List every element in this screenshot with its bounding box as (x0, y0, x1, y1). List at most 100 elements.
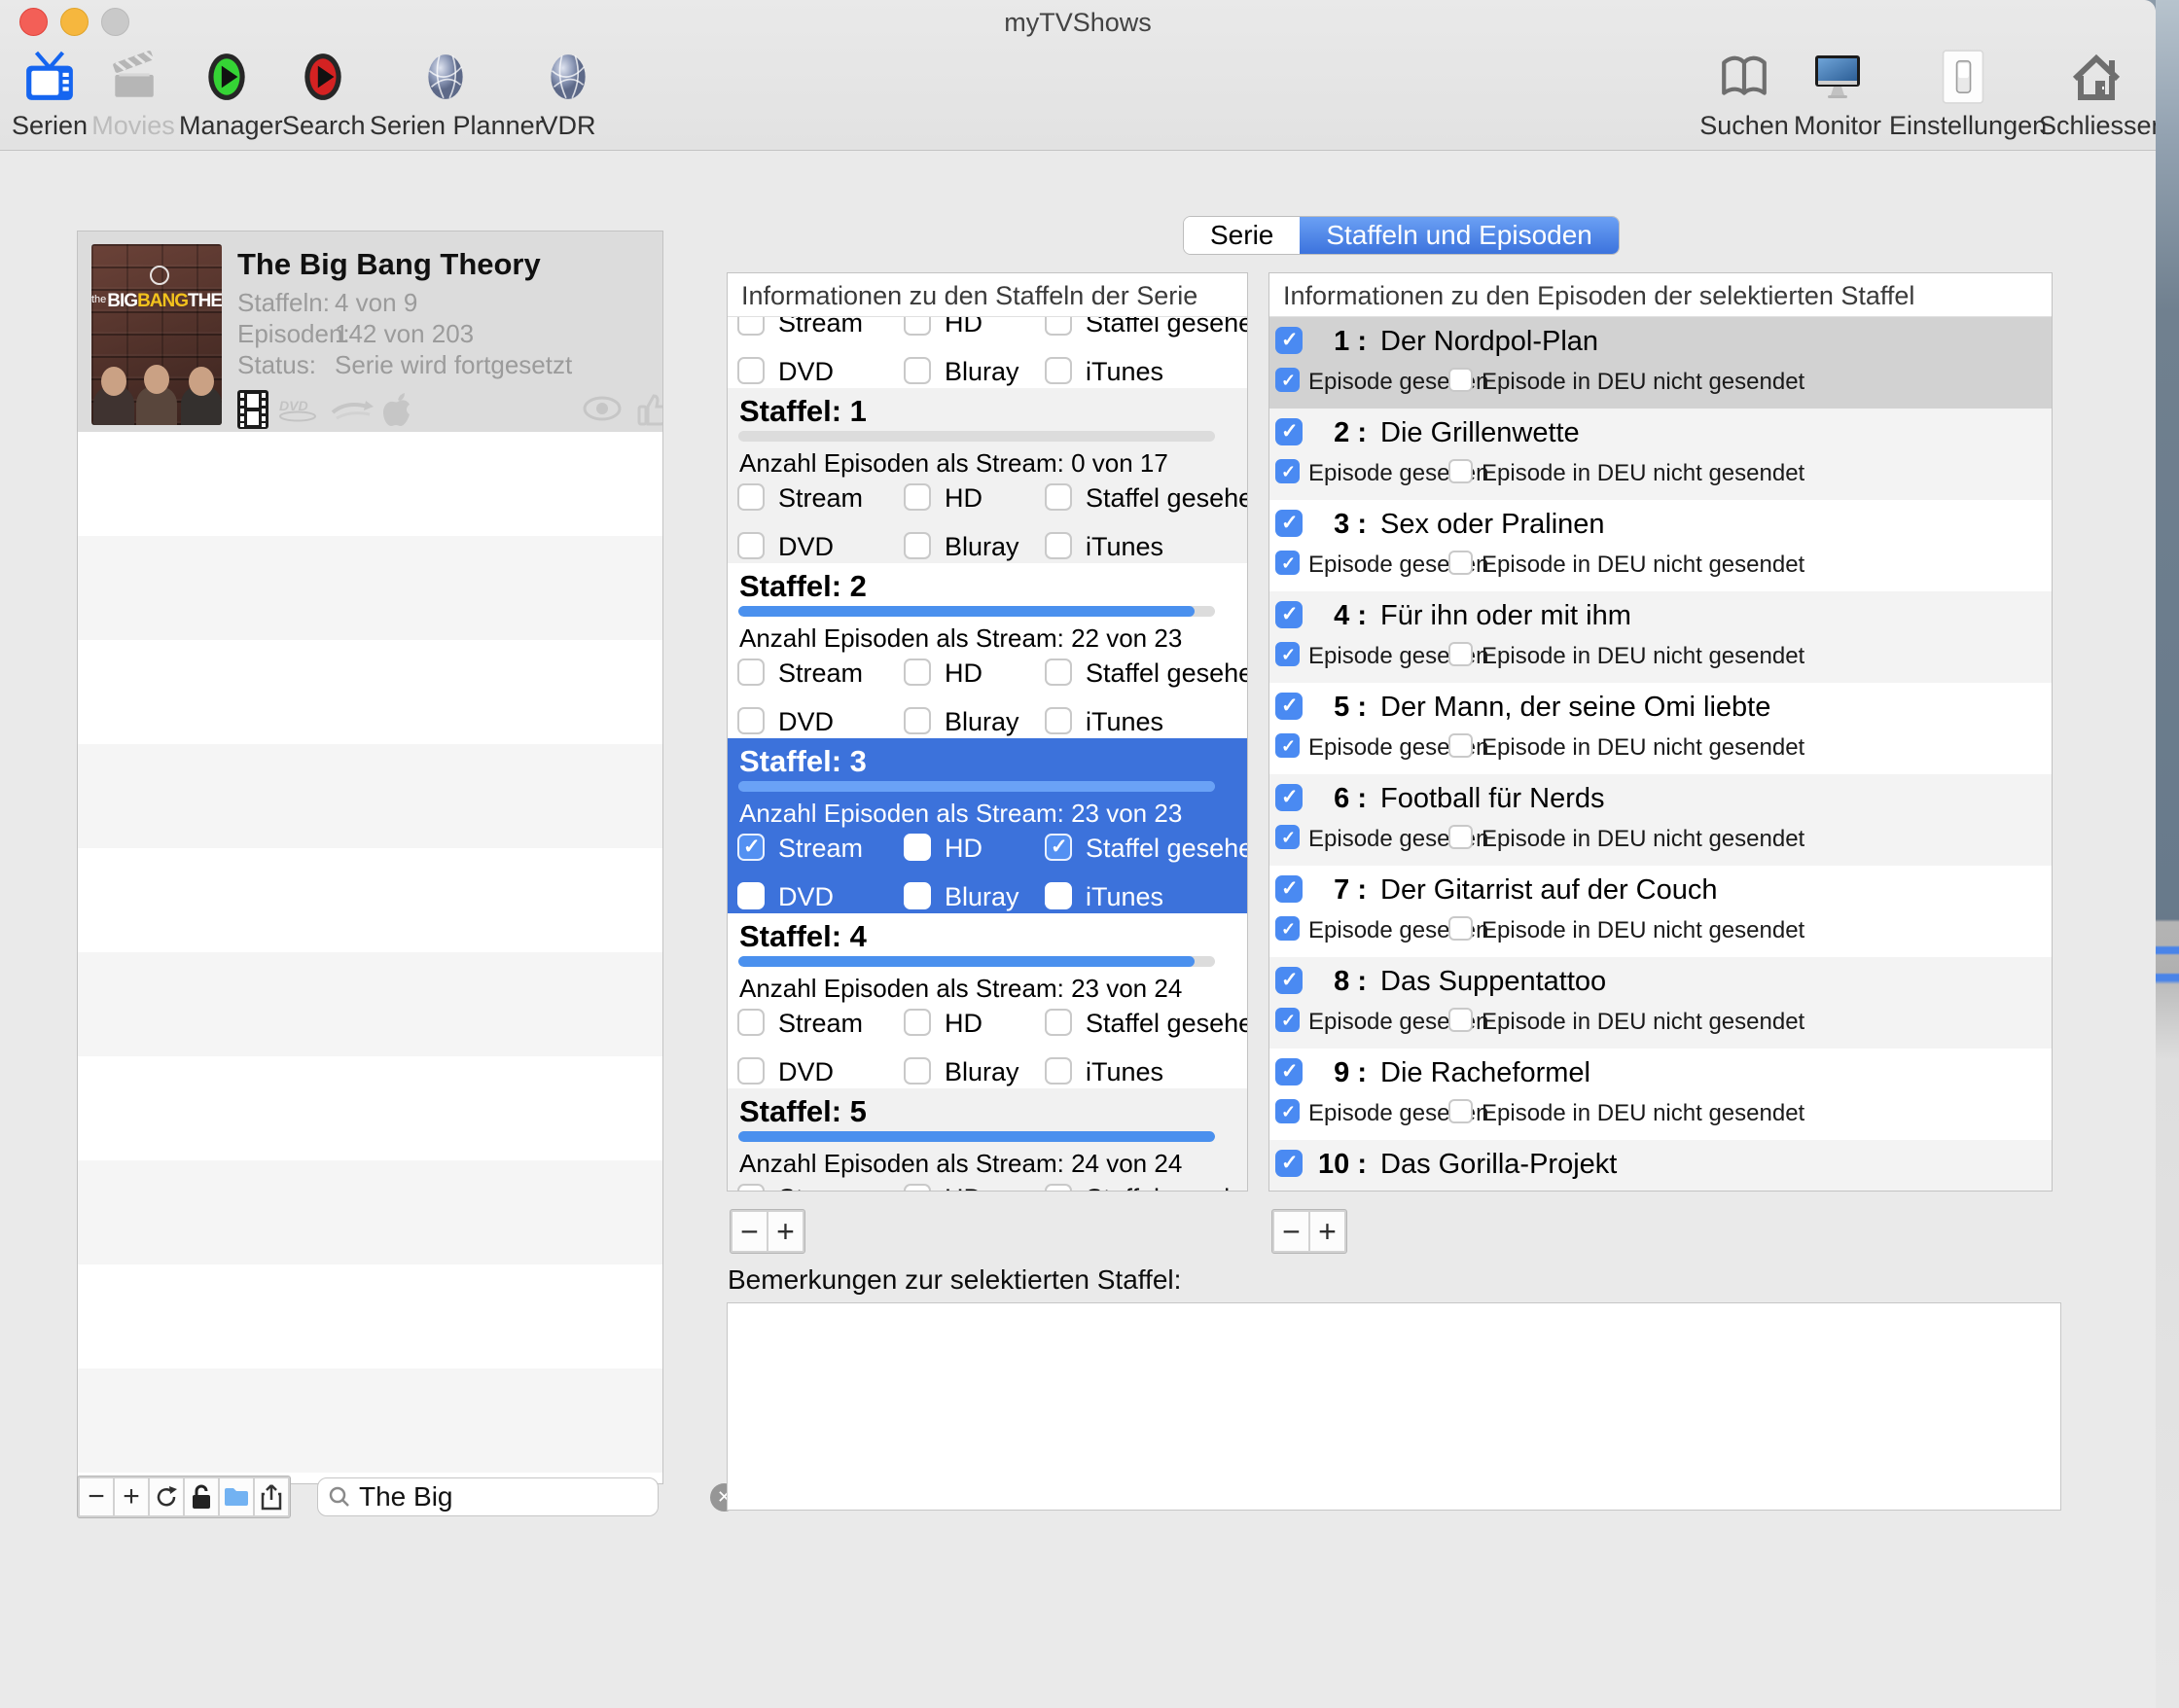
episode-deu-checkbox[interactable] (1448, 1099, 1473, 1123)
dvd-checkbox[interactable] (737, 1057, 765, 1085)
episode-row[interactable]: 9 : Die Racheformel Episode gesehen Epis… (1269, 1049, 2052, 1140)
episode-gesehen-checkbox[interactable] (1275, 1191, 1300, 1192)
toolbar-schliessen[interactable]: Schliessen (2039, 49, 2154, 141)
episode-deu-checkbox[interactable] (1448, 1191, 1473, 1192)
dvd-checkbox[interactable] (737, 882, 765, 909)
tab-staffeln-und-episoden[interactable]: Staffeln und Episoden (1300, 217, 1618, 254)
toolbar-vdr[interactable]: VDR (529, 49, 607, 141)
bluray-checkbox[interactable] (904, 1057, 931, 1085)
season-row[interactable]: Staffel: 2 Anzahl Episoden als Stream: 2… (728, 563, 1247, 738)
season-row[interactable]: Staffel: 1 Anzahl Episoden als Stream: 0… (728, 388, 1247, 563)
bluray-checkbox[interactable] (904, 882, 931, 909)
season-row[interactable]: Staffel: 3 Anzahl Episoden als Stream: 2… (728, 738, 1247, 913)
episode-gesehen-checkbox[interactable] (1275, 551, 1300, 575)
remove-episode-button[interactable]: − (1274, 1212, 1308, 1251)
hd-checkbox[interactable] (904, 658, 931, 686)
show-poster: theBIGBANGTHEORY (91, 244, 222, 425)
episode-row[interactable]: 2 : Die Grillenwette Episode gesehen Epi… (1269, 409, 2052, 500)
stream-checkbox[interactable] (737, 658, 765, 686)
season-row[interactable]: Staffel: 5 Anzahl Episoden als Stream: 2… (728, 1088, 1247, 1192)
staffel-gesehen-checkbox[interactable] (1045, 1184, 1072, 1192)
bluray-checkbox[interactable] (904, 707, 931, 734)
remove-show-button[interactable]: − (80, 1478, 113, 1515)
episode-gesehen-checkbox[interactable] (1275, 1008, 1300, 1032)
episode-gesehen-checkbox[interactable] (1275, 1099, 1300, 1123)
hd-checkbox[interactable] (904, 1184, 931, 1192)
episode-gesehen-checkbox[interactable] (1275, 642, 1300, 666)
show-row[interactable]: theBIGBANGTHEORY The Big Bang Theory Sta… (78, 231, 662, 432)
toolbar-movies[interactable]: Movies (91, 49, 175, 141)
episode-deu-checkbox[interactable] (1448, 368, 1473, 392)
notes-textarea[interactable] (727, 1302, 2061, 1511)
reload-icon (154, 1484, 179, 1510)
bluray-checkbox[interactable] (904, 357, 931, 384)
toolbar-monitor[interactable]: Monitor (1793, 49, 1882, 141)
hd-checkbox[interactable] (904, 483, 931, 511)
search-input[interactable] (359, 1481, 710, 1512)
lock-button[interactable] (185, 1478, 218, 1515)
imac-icon (1793, 49, 1882, 105)
stream-checkbox[interactable] (737, 834, 765, 861)
itunes-checkbox[interactable] (1045, 707, 1072, 734)
episode-gesehen-checkbox[interactable] (1275, 368, 1300, 392)
stream-checkbox[interactable] (737, 1009, 765, 1036)
episode-gesehen-checkbox[interactable] (1275, 459, 1300, 483)
itunes-checkbox[interactable] (1045, 882, 1072, 909)
stream-checkbox[interactable] (737, 1184, 765, 1192)
episodes-panel-header: Informationen zu den Episoden der selekt… (1269, 273, 2052, 317)
hd-checkbox[interactable] (904, 1009, 931, 1036)
episode-row[interactable]: 10 : Das Gorilla-Projekt Episode gesehen… (1269, 1140, 2052, 1192)
episode-row[interactable]: 8 : Das Suppentattoo Episode gesehen Epi… (1269, 957, 2052, 1049)
stream-checkbox[interactable] (737, 483, 765, 511)
episode-deu-checkbox[interactable] (1448, 642, 1473, 666)
dvd-checkbox[interactable] (737, 707, 765, 734)
episode-row[interactable]: 3 : Sex oder Pralinen Episode gesehen Ep… (1269, 500, 2052, 591)
episode-deu-checkbox[interactable] (1448, 551, 1473, 575)
dvd-checkbox[interactable] (737, 357, 765, 384)
season-row[interactable]: Staffel: 4 Anzahl Episoden als Stream: 2… (728, 913, 1247, 1088)
add-show-button[interactable]: + (115, 1478, 148, 1515)
episode-title: Für ihn oder mit ihm (1380, 600, 1631, 632)
episode-deu-checkbox[interactable] (1448, 733, 1473, 758)
share-button[interactable] (255, 1478, 288, 1515)
staffel-gesehen-checkbox[interactable] (1045, 1009, 1072, 1036)
itunes-checkbox[interactable] (1045, 1057, 1072, 1085)
toolbar-einstellungen[interactable]: Einstellungen (1889, 49, 2037, 141)
episode-row[interactable]: 6 : Football für Nerds Episode gesehen E… (1269, 774, 2052, 866)
staffel-gesehen-checkbox[interactable] (1045, 658, 1072, 686)
episode-gesehen-checkbox[interactable] (1275, 733, 1300, 758)
folder-button[interactable] (220, 1478, 253, 1515)
remove-season-button[interactable]: − (732, 1212, 767, 1251)
episode-row[interactable]: 1 : Der Nordpol-Plan Episode gesehen Epi… (1269, 317, 2052, 409)
episode-row[interactable]: 5 : Der Mann, der seine Omi liebte Episo… (1269, 683, 2052, 774)
episode-gesehen-checkbox[interactable] (1275, 825, 1300, 849)
itunes-checkbox[interactable] (1045, 357, 1072, 384)
staffel-gesehen-checkbox[interactable] (1045, 483, 1072, 511)
episode-row[interactable]: 7 : Der Gitarrist auf der Couch Episode … (1269, 866, 2052, 957)
clapperboard-icon (91, 49, 175, 105)
toolbar-suchen[interactable]: Suchen (1699, 49, 1789, 141)
toolbar-manager[interactable]: Manager (179, 49, 274, 141)
hd-checkbox[interactable] (904, 834, 931, 861)
toolbar-serien[interactable]: Serien (8, 49, 91, 141)
itunes-checkbox[interactable] (1045, 532, 1072, 559)
bluray-logo-icon (329, 399, 375, 422)
episode-deu-checkbox[interactable] (1448, 916, 1473, 941)
episode-deu-checkbox[interactable] (1448, 825, 1473, 849)
dvd-checkbox[interactable] (737, 532, 765, 559)
episode-number: 7 : (1283, 874, 1367, 907)
episode-gesehen-checkbox[interactable] (1275, 916, 1300, 941)
staffel-gesehen-checkbox[interactable] (1045, 834, 1072, 861)
tab-serie[interactable]: Serie (1184, 217, 1300, 254)
episode-row[interactable]: 4 : Für ihn oder mit ihm Episode gesehen… (1269, 591, 2052, 683)
toolbar-search[interactable]: Search (282, 49, 364, 141)
add-season-button[interactable]: + (768, 1212, 803, 1251)
toolbar-serien-planner[interactable]: Serien Planner (370, 49, 521, 141)
episode-deu-checkbox[interactable] (1448, 1008, 1473, 1032)
add-episode-button[interactable]: + (1310, 1212, 1344, 1251)
toolbar-search-label: Search (282, 111, 364, 141)
episode-deu-checkbox[interactable] (1448, 459, 1473, 483)
bluray-checkbox[interactable] (904, 532, 931, 559)
episodes-list: 1 : Der Nordpol-Plan Episode gesehen Epi… (1269, 317, 2052, 1192)
reload-button[interactable] (150, 1478, 183, 1515)
